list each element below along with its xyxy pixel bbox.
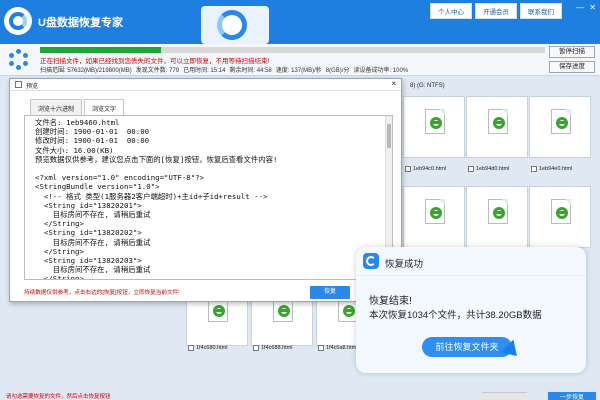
title-bar: U盘数据恢复专家 个人中心 开通会员 联系我们 — ✕ bbox=[0, 0, 600, 44]
window-controls: — ✕ bbox=[576, 3, 596, 12]
open-recovery-folder-button[interactable]: 前往恢复文件夹 bbox=[422, 337, 512, 357]
preview-title: 预览 bbox=[26, 84, 39, 90]
file-item[interactable]: 1eb94c0.html bbox=[405, 166, 446, 172]
file-checkbox[interactable] bbox=[188, 345, 194, 351]
app-logo-icon bbox=[4, 7, 32, 35]
scan-range: 扫描范围: 57632(MB)/219800(MB) bbox=[40, 68, 132, 74]
popup-message: 恢复结束! bbox=[369, 296, 412, 307]
close-icon[interactable]: ✕ bbox=[589, 3, 596, 12]
preview-icon bbox=[15, 81, 22, 88]
file-item[interactable]: 1f4c688.html bbox=[253, 345, 293, 351]
read-success-rate: 读设备成功率: 100% bbox=[353, 68, 409, 74]
drive-label: 8) (G: NTFS) bbox=[410, 83, 445, 89]
file-tile[interactable] bbox=[529, 96, 591, 158]
preview-tip: 持续数据仅供参考，点击右边的[恢复]按钮，立即恢复当前文件! bbox=[24, 290, 180, 296]
top-link-personal-center[interactable]: 个人中心 bbox=[430, 3, 472, 19]
restore-button[interactable]: 恢复 bbox=[310, 286, 350, 299]
file-checkbox[interactable] bbox=[318, 345, 324, 351]
popup-summary: 本次恢复1034个文件，共计38.20GB数据 bbox=[369, 310, 542, 321]
file-name: 1f4c688.html bbox=[261, 345, 293, 351]
pause-scan-button[interactable]: 暂停扫描 bbox=[549, 46, 595, 58]
preview-title-bar: 预览 × bbox=[10, 79, 401, 91]
popup-title: 恢复成功 bbox=[385, 259, 424, 270]
file-tile[interactable] bbox=[466, 96, 528, 158]
popup-header: 恢复成功 bbox=[356, 247, 586, 276]
file-name: 1f4c6a8.html bbox=[326, 345, 358, 351]
file-item[interactable]: 1f4c680.html bbox=[188, 345, 228, 351]
app-logo-icon bbox=[363, 253, 379, 269]
scan-progress-bar bbox=[40, 47, 545, 53]
file-item[interactable]: 1eb94d0.html bbox=[468, 166, 509, 172]
preview-window: 预览 × 浏览十六进制 浏览文字 文件名: 1eb9460.html 创建时间:… bbox=[9, 78, 402, 302]
scanning-icon bbox=[8, 49, 30, 71]
file-checkbox[interactable] bbox=[468, 166, 474, 172]
top-link-contact[interactable]: 联系我们 bbox=[520, 3, 562, 19]
recovery-success-popup: 恢复成功 恢复结束! 本次恢复1034个文件，共计38.20GB数据 前往恢复文… bbox=[356, 247, 586, 373]
file-name: 1f4c680.html bbox=[196, 345, 228, 351]
scan-progress-fill bbox=[40, 47, 162, 53]
file-tile[interactable] bbox=[403, 96, 465, 158]
save-progress-button[interactable]: 保存进度 bbox=[549, 61, 595, 73]
secondary-bottom-button[interactable] bbox=[482, 392, 527, 400]
recover-now-button[interactable]: 一步恢复 bbox=[548, 392, 596, 400]
bottom-bar: 请勾选需要恢复的文件，然后点击恢复按钮 一步恢复 bbox=[0, 392, 600, 400]
preview-text: 文件名: 1eb9460.html 创建时间: 1900-01-01 00:00… bbox=[35, 118, 278, 280]
minimize-icon[interactable]: — bbox=[576, 3, 584, 12]
speed-per-minute: 8(GB)/分 bbox=[325, 68, 350, 74]
top-links: 个人中心 开通会员 联系我们 bbox=[430, 3, 562, 19]
preview-close-icon[interactable]: × bbox=[391, 79, 396, 88]
scan-message: 正在扫描文件，如果已经找到您丢失的文件，可以立即恢复，不用等待扫描结束! bbox=[40, 58, 270, 65]
file-checkbox[interactable] bbox=[253, 345, 259, 351]
file-checkbox[interactable] bbox=[405, 166, 411, 172]
file-item[interactable]: 1f4c6a8.html bbox=[318, 345, 358, 351]
file-name: 1eb94d0.html bbox=[476, 166, 510, 172]
hard-drive-recovery-icon bbox=[195, 2, 277, 46]
file-tile[interactable] bbox=[466, 186, 528, 248]
file-tile[interactable] bbox=[403, 186, 465, 248]
speed: 速度: 137(MB)/秒 bbox=[275, 68, 322, 74]
scan-stats: 扫描范围: 57632(MB)/219800(MB) 发现文件数: 779 已用… bbox=[40, 65, 408, 74]
app-title: U盘数据恢复专家 bbox=[38, 17, 123, 29]
top-link-membership[interactable]: 开通会员 bbox=[475, 3, 517, 19]
file-item[interactable]: 1eb94e0.html bbox=[531, 166, 572, 172]
scan-status-strip: 正在扫描文件，如果已经找到您丢失的文件，可以立即恢复，不用等待扫描结束! 扫描范… bbox=[0, 44, 600, 76]
preview-content-area[interactable]: 文件名: 1eb9460.html 创建时间: 1900-01-01 00:00… bbox=[24, 115, 393, 280]
file-tile[interactable] bbox=[529, 186, 591, 248]
bottom-tip: 请勾选需要恢复的文件，然后点击恢复按钮 bbox=[6, 394, 111, 400]
elapsed-time: 已用时间: 15:14 bbox=[183, 68, 226, 74]
file-name: 1eb94c0.html bbox=[413, 166, 447, 172]
file-name: 1eb94e0.html bbox=[539, 166, 573, 172]
restore-label: 恢复 bbox=[323, 289, 336, 295]
file-checkbox[interactable] bbox=[531, 166, 537, 172]
files-found: 发现文件数: 779 bbox=[135, 68, 180, 74]
remaining-time: 剩余时间: 44:58 bbox=[229, 68, 272, 74]
